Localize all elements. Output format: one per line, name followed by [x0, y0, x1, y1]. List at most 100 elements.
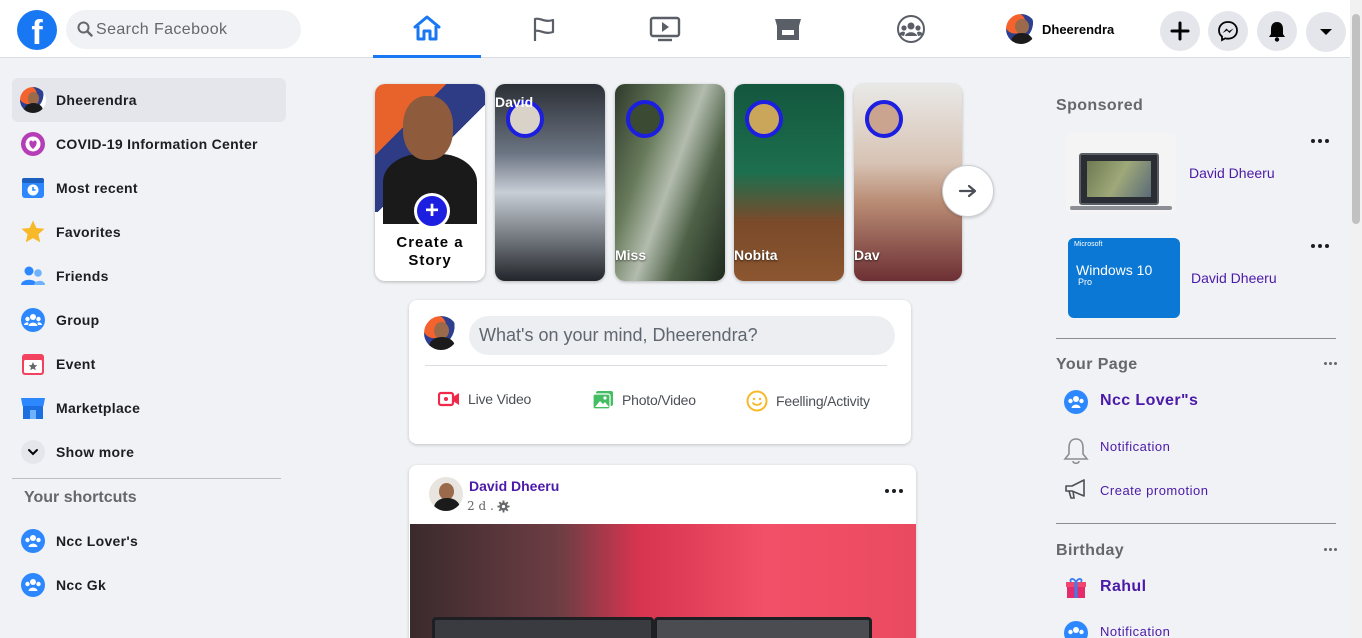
story-card[interactable]: Miss — [615, 84, 725, 281]
story-name: Dav — [854, 247, 880, 263]
post-timestamp[interactable]: 2 d . — [467, 499, 510, 513]
ad-options-button[interactable] — [1311, 244, 1329, 248]
laptop-screen — [432, 617, 654, 638]
profile-name: Dheerendra — [1042, 21, 1115, 37]
stories-next-button[interactable] — [942, 165, 994, 217]
avatar — [424, 316, 458, 350]
scrollbar-thumb[interactable] — [1352, 14, 1360, 224]
birthday-notification-link[interactable]: Notification — [1100, 624, 1170, 638]
sidebar-item-label: Dheerendra — [56, 92, 137, 108]
sidebar-item-most-recent[interactable]: Most recent — [12, 166, 286, 210]
top-navigation-bar: f Search Facebook Dheerendra — [0, 0, 1350, 58]
ad-advertiser-name[interactable]: David Dheeru — [1191, 270, 1277, 286]
sidebar-item-label: Marketplace — [56, 400, 141, 416]
post-author[interactable]: David Dheeru — [469, 478, 559, 494]
live-video-icon — [438, 391, 459, 407]
post-image[interactable] — [410, 524, 916, 638]
messenger-button[interactable] — [1208, 11, 1248, 51]
left-sidebar: Dheerendra COVID-19 Information Center M… — [12, 78, 286, 607]
search-input[interactable] — [96, 10, 291, 49]
group-icon — [21, 308, 45, 332]
feeling-activity-button[interactable]: Feelling/Activity — [746, 390, 870, 412]
sponsored-heading: Sponsored — [1056, 97, 1144, 114]
sidebar-item-label: Event — [56, 356, 96, 372]
star-icon — [21, 220, 45, 243]
smile-icon — [746, 390, 768, 412]
add-story-plus-icon[interactable]: + — [414, 193, 450, 229]
sidebar-item-label: Show more — [56, 444, 135, 460]
sidebar-item-label: Favorites — [56, 224, 121, 240]
story-avatar — [865, 100, 903, 138]
avatar — [1006, 14, 1036, 44]
birthday-name-link[interactable]: Rahul — [1100, 578, 1146, 596]
avatar[interactable] — [429, 477, 463, 511]
story-name: David — [495, 94, 534, 110]
story-avatar — [626, 100, 664, 138]
page-notification-link[interactable]: Notification — [1100, 439, 1170, 454]
whats-on-your-mind-input[interactable]: What's on your mind, Dheerendra? — [469, 316, 895, 355]
sidebar-item-label: Friends — [56, 268, 109, 284]
ad-options-button[interactable] — [1311, 139, 1329, 143]
thumb-brand: Microsoft — [1074, 241, 1103, 248]
create-promotion-link[interactable]: Create promotion — [1100, 483, 1208, 498]
ad-thumbnail[interactable] — [1066, 133, 1176, 213]
action-label: Feelling/Activity — [776, 393, 870, 409]
sidebar-item-covid[interactable]: COVID-19 Information Center — [12, 122, 286, 166]
plus-icon — [1170, 21, 1190, 41]
sidebar-item-event[interactable]: Event — [12, 342, 286, 386]
live-video-button[interactable]: Live Video — [438, 390, 531, 408]
sidebar-item-label: Ncc Lover's — [56, 533, 139, 549]
caret-down-icon — [1320, 29, 1332, 35]
gift-icon — [1066, 578, 1086, 598]
messenger-icon — [1218, 21, 1238, 42]
sidebar-item-marketplace[interactable]: Marketplace — [12, 386, 286, 430]
sidebar-item-group[interactable]: Group — [12, 298, 286, 342]
create-button[interactable] — [1160, 11, 1200, 51]
your-page-options-button[interactable] — [1324, 362, 1337, 365]
post-time-text: 2 d . — [467, 499, 494, 513]
sidebar-item-label: Most recent — [56, 180, 138, 196]
search-box[interactable] — [66, 10, 301, 49]
birthday-options-button[interactable] — [1324, 548, 1337, 551]
sidebar-item-friends[interactable]: Friends — [12, 254, 286, 298]
ad-advertiser-name[interactable]: David Dheeru — [1189, 165, 1275, 181]
facebook-logo-icon[interactable]: f — [17, 10, 57, 50]
sidebar-item-profile[interactable]: Dheerendra — [12, 78, 286, 122]
avatar — [20, 87, 46, 113]
page-name-link[interactable]: Ncc Lover"s — [1100, 392, 1198, 410]
ad-thumbnail[interactable]: Microsoft Windows 10 Pro — [1068, 238, 1180, 318]
tab-home[interactable] — [373, 0, 481, 58]
story-name: Miss — [615, 247, 647, 263]
story-card[interactable]: Nobita — [734, 84, 844, 281]
thumb-subtitle: Pro — [1078, 277, 1093, 287]
sidebar-shortcut[interactable]: Ncc Lover's — [12, 519, 286, 563]
photo-video-button[interactable]: Photo/Video — [592, 390, 696, 410]
story-avatar — [745, 100, 783, 138]
notifications-button[interactable] — [1257, 11, 1297, 51]
shortcuts-heading: Your shortcuts — [24, 489, 137, 506]
sidebar-item-label: Ncc Gk — [56, 577, 107, 593]
tab-marketplace[interactable] — [734, 0, 842, 58]
story-card[interactable]: David — [495, 84, 605, 281]
tab-pages[interactable] — [490, 0, 598, 58]
group-icon — [21, 573, 45, 597]
home-icon — [413, 15, 441, 40]
sidebar-shortcut[interactable]: Ncc Gk — [12, 563, 286, 607]
action-label: Live Video — [468, 391, 532, 407]
sidebar-item-label: COVID-19 Information Center — [56, 136, 258, 152]
friends-icon — [21, 266, 45, 285]
tab-watch[interactable] — [611, 0, 719, 58]
post-options-button[interactable] — [885, 489, 903, 493]
create-story-card[interactable]: + Create a Story — [375, 84, 485, 281]
chevron-down-icon — [21, 440, 45, 464]
feed-post: David Dheeru 2 d . — [409, 465, 916, 638]
page-scrollbar[interactable] — [1350, 0, 1362, 638]
search-icon — [77, 21, 93, 37]
account-menu-button[interactable] — [1306, 12, 1346, 52]
story-name: Nobita — [734, 247, 778, 263]
video-icon — [649, 16, 681, 42]
tab-groups[interactable] — [857, 0, 965, 58]
sidebar-item-favorites[interactable]: Favorites — [12, 210, 286, 254]
sidebar-item-show-more[interactable]: Show more — [12, 430, 286, 474]
profile-chip[interactable]: Dheerendra — [1006, 14, 1114, 44]
